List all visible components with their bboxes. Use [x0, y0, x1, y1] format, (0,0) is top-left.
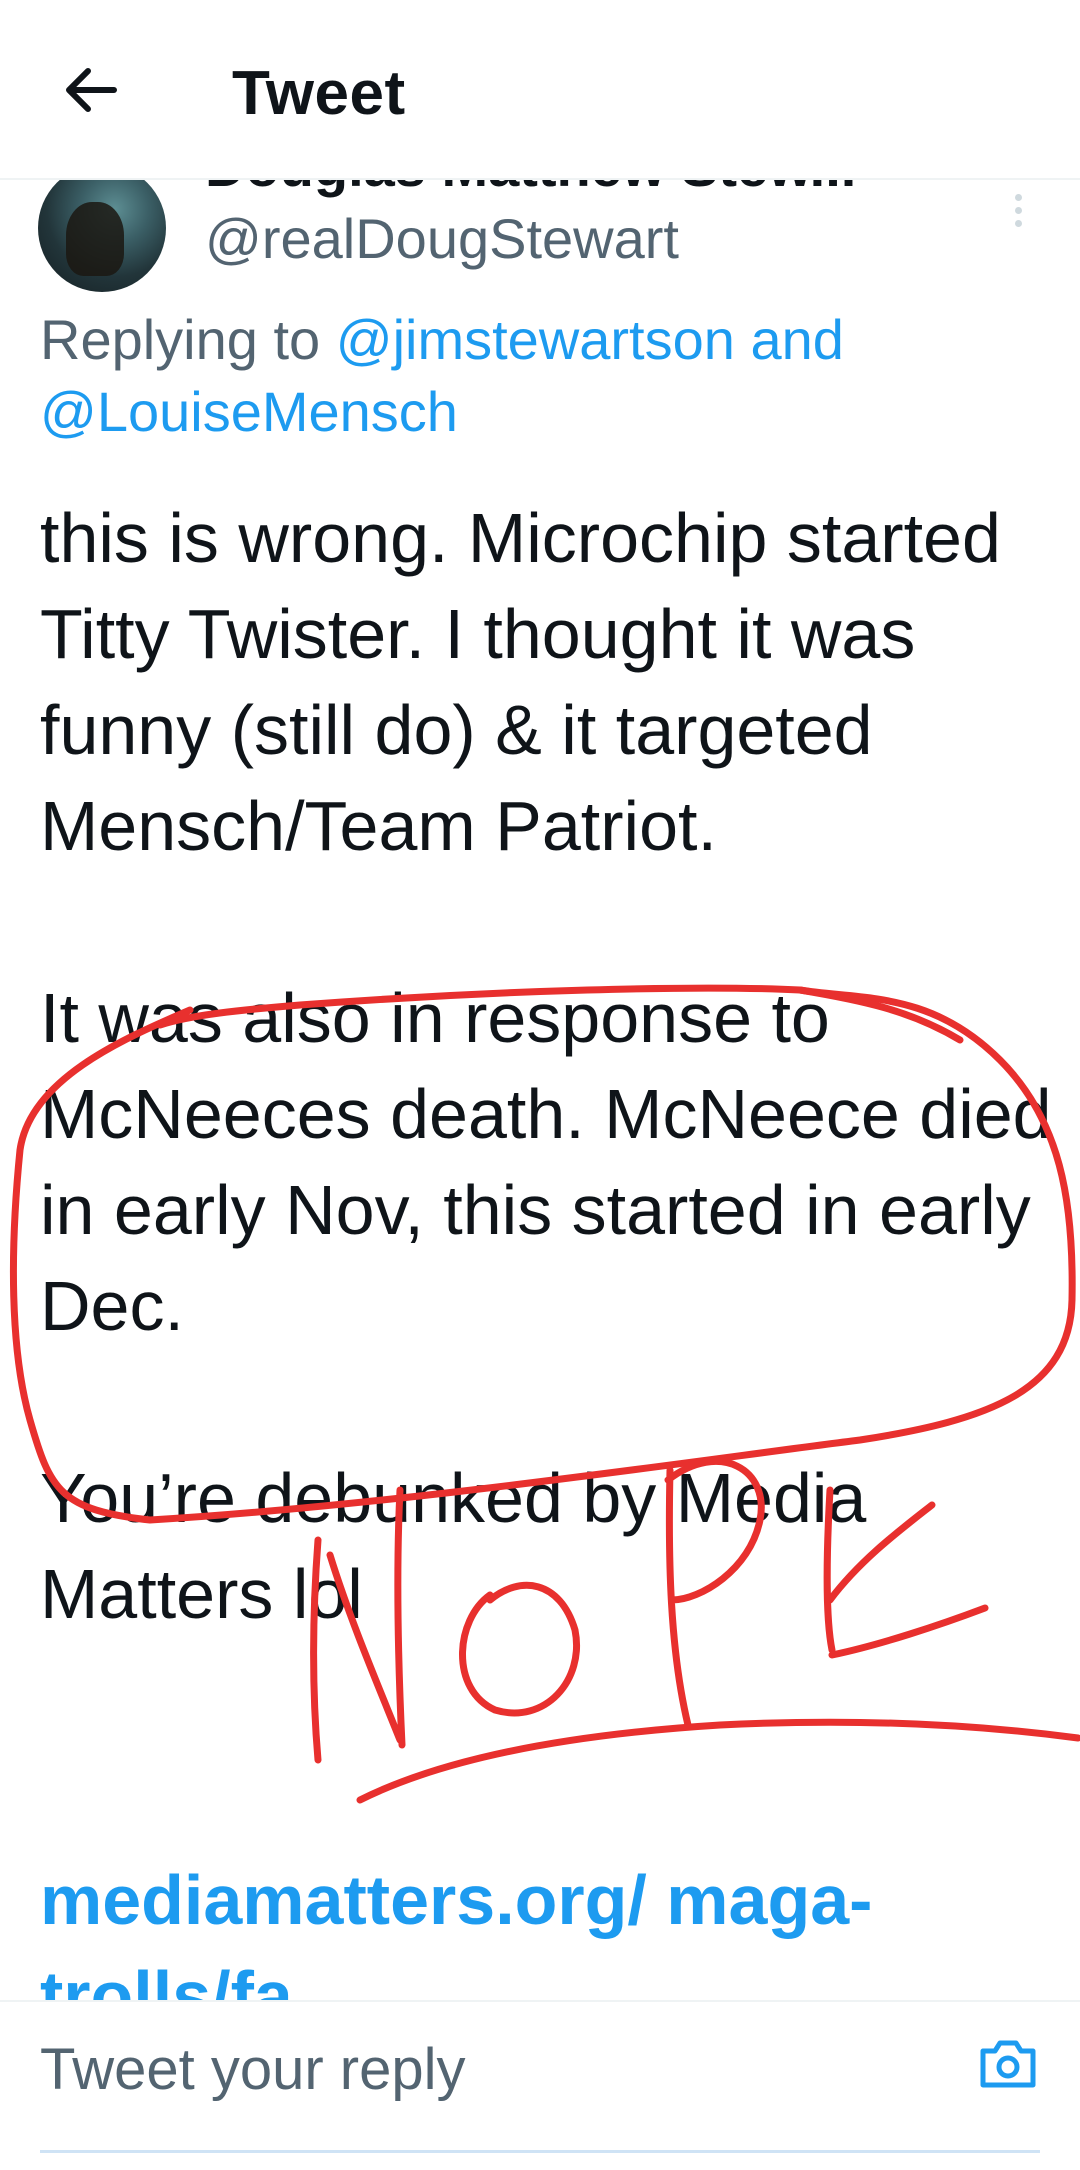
mention-jimstewartson[interactable]: @jimstewartson and: [336, 308, 844, 371]
top-header: Tweet: [0, 0, 1080, 180]
back-button[interactable]: [40, 42, 140, 142]
replying-to: Replying to @jimstewartson and @LouiseMe…: [40, 304, 1050, 448]
more-vertical-icon: [1014, 193, 1022, 201]
reply-input[interactable]: Tweet your reply: [40, 2030, 466, 2110]
more-options-button[interactable]: [998, 180, 1038, 240]
reply-input-underline: [40, 2150, 1040, 2153]
camera-button[interactable]: [968, 2026, 1048, 2106]
page-title: Tweet: [232, 59, 406, 128]
tweet-paragraph: this is wrong. Microchip started Titty T…: [40, 499, 1001, 865]
reply-bar: Tweet your reply: [0, 2000, 1080, 2170]
author-handle[interactable]: @realDougStewart: [205, 204, 679, 274]
more-vertical-icon-dot: [1014, 206, 1022, 214]
arrow-left-icon: [60, 60, 120, 125]
tweet-paragraph: You’re debunked by Media Matters lol: [40, 1459, 867, 1633]
tweet-text: this is wrong. Microchip started Titty T…: [40, 490, 1060, 1642]
avatar[interactable]: [38, 164, 166, 292]
more-vertical-icon-dot: [1014, 219, 1022, 227]
tweet-paragraph: It was also in response to McNeeces deat…: [40, 979, 1052, 1345]
replying-to-prefix: Replying to: [40, 308, 336, 371]
annotation-underline: [356, 1718, 1080, 1804]
mention-louisemensch[interactable]: @LouiseMensch: [40, 380, 458, 443]
camera-icon: [977, 2037, 1039, 2096]
tweet-author: Douglas Matthew Stew... @realDougStewart: [0, 135, 1080, 292]
